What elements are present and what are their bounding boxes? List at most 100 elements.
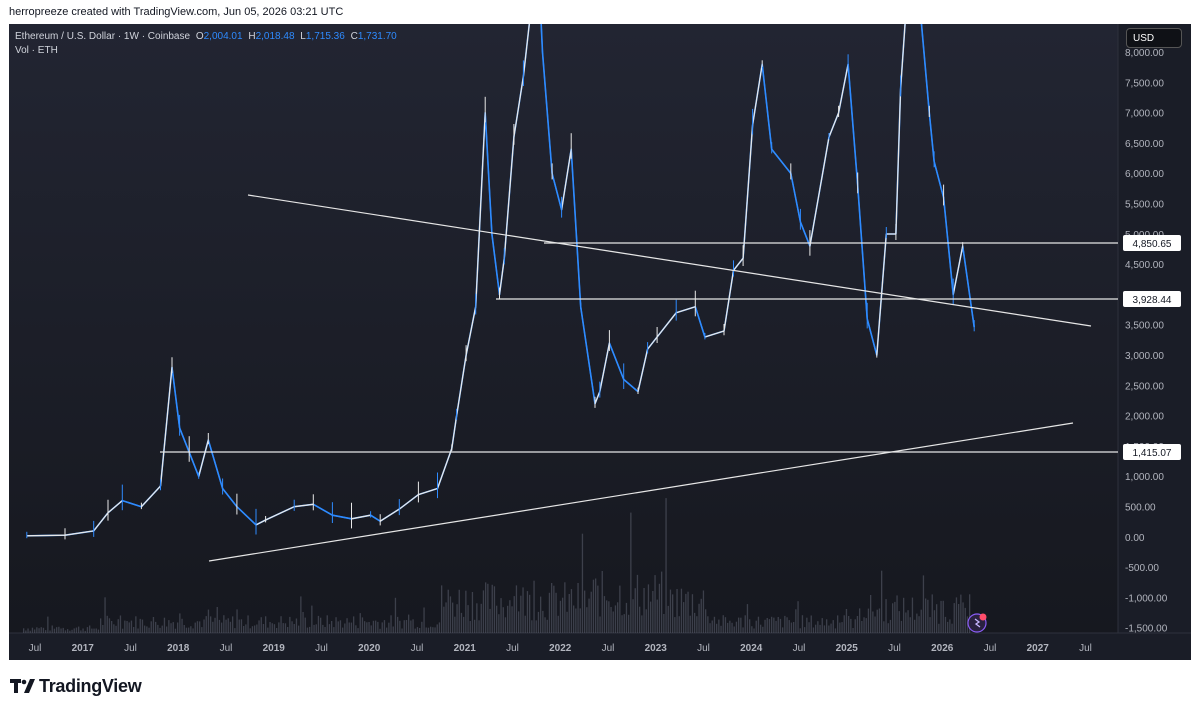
volume-bar [421, 621, 423, 633]
volume-bar [480, 603, 482, 633]
volume-bar [566, 611, 568, 633]
volume-bar [614, 605, 617, 633]
volume-bar [381, 622, 383, 633]
volume-bar [753, 628, 755, 633]
volume-bar [280, 616, 282, 633]
volume-bar [135, 616, 137, 633]
volume-bar [489, 608, 491, 633]
volume-bar [720, 625, 722, 633]
volume-bar [962, 602, 964, 633]
volume-bar [496, 605, 498, 633]
volume-bar [652, 591, 654, 633]
volume-bar [680, 588, 683, 633]
volume-bar [223, 615, 225, 633]
volume-bar [944, 616, 947, 633]
brand-name: TradingView [39, 676, 142, 696]
volume-bar [75, 627, 78, 633]
chart-canvas[interactable]: 8,000.00 7,500.00 7,000.00 6,500.00 6,000.00… [9, 24, 1191, 660]
volume-bar [696, 616, 698, 633]
volume-bar [764, 619, 766, 633]
symbol-name[interactable]: Ethereum / U.S. Dollar · 1W · Coinbase [15, 31, 190, 42]
volume-bar [782, 627, 784, 633]
x-tick-label: Jul [793, 643, 806, 654]
volume-bar [441, 585, 443, 633]
volume-bar [115, 625, 117, 633]
volume-bar [885, 599, 887, 633]
volume-bar [482, 590, 485, 633]
volume-bar [62, 627, 64, 633]
volume-bar [744, 615, 746, 633]
tradingview-logo[interactable]: TradingView [10, 676, 160, 697]
volume-bar [348, 622, 350, 633]
price-level-label: 3,928.44 [1133, 295, 1172, 306]
volume-bar [267, 627, 269, 633]
volume-bar [568, 594, 570, 633]
price-segment [26, 534, 66, 537]
volume-bar [31, 627, 34, 633]
volume-bar [887, 623, 889, 633]
x-tick-label: 2023 [645, 643, 668, 654]
volume-legend[interactable]: Vol · ETH [15, 44, 397, 58]
x-tick-label: 2017 [72, 643, 95, 654]
volume-bar [751, 626, 753, 633]
volume-bar [612, 611, 614, 633]
volume-bar [509, 600, 511, 633]
volume-bar [643, 588, 645, 633]
volume-bar [130, 620, 133, 633]
volume-bar [718, 619, 720, 633]
volume-bar [883, 621, 885, 633]
volume-bar [207, 609, 210, 633]
volume-bar [346, 618, 348, 633]
volume-bar [458, 589, 460, 633]
volume-bar [817, 621, 819, 633]
price-level-label: 4,850.65 [1133, 239, 1172, 250]
volume-bar [953, 603, 955, 633]
volume-bar [157, 624, 159, 633]
volume-bar [841, 622, 843, 633]
volume-bar [163, 617, 166, 633]
volume-bar [218, 619, 221, 633]
volume-bar [592, 579, 595, 633]
volume-bar [619, 585, 621, 633]
volume-bar [73, 628, 75, 633]
y-tick-label: 0.00 [1125, 533, 1145, 544]
time-axis: Jul 2017 Jul 2018 Jul 2019 Jul 2020 Jul 2021 Jul 20… [29, 643, 1092, 654]
volume-bar [584, 590, 586, 633]
volume-bar [881, 570, 883, 633]
volume-bar [203, 619, 205, 633]
volume-bar [383, 620, 386, 633]
volume-bar [194, 622, 196, 633]
volume-bar [665, 498, 667, 633]
volume-bar [51, 625, 53, 633]
volume-bar [106, 615, 108, 633]
chart-area[interactable]: 8,000.00 7,500.00 7,000.00 6,500.00 6,000.00… [9, 24, 1191, 660]
volume-bar [597, 585, 599, 633]
volume-bar [518, 611, 520, 633]
volume-bar [183, 625, 185, 633]
volume-bar [412, 619, 414, 633]
volume-bar [639, 606, 641, 633]
volume-bar [298, 625, 300, 633]
volume-bar [617, 602, 619, 633]
volume-bar [236, 609, 238, 633]
y-tick-label: 500.00 [1125, 503, 1156, 514]
volume-bar [300, 596, 302, 633]
replay-icon [967, 613, 987, 633]
volume-bar [658, 583, 661, 633]
volume-bar [392, 626, 394, 633]
volume-bar [925, 598, 927, 633]
price-axis: 8,000.00 7,500.00 7,000.00 6,500.00 6,000.00… [1125, 48, 1168, 635]
volume-bar [463, 616, 465, 633]
volume-bar [529, 594, 531, 633]
volume-bar [155, 621, 157, 633]
x-tick-label: 2027 [1027, 643, 1050, 654]
volume-bar [740, 617, 742, 633]
volume-bar [423, 607, 425, 633]
currency-button[interactable]: USD [1126, 28, 1182, 48]
volume-bar [828, 625, 830, 633]
volume-bar [757, 616, 760, 633]
volume-bar [476, 603, 478, 633]
volume-bar [746, 604, 749, 633]
volume-bar [685, 593, 687, 633]
volume-bar [405, 620, 408, 633]
